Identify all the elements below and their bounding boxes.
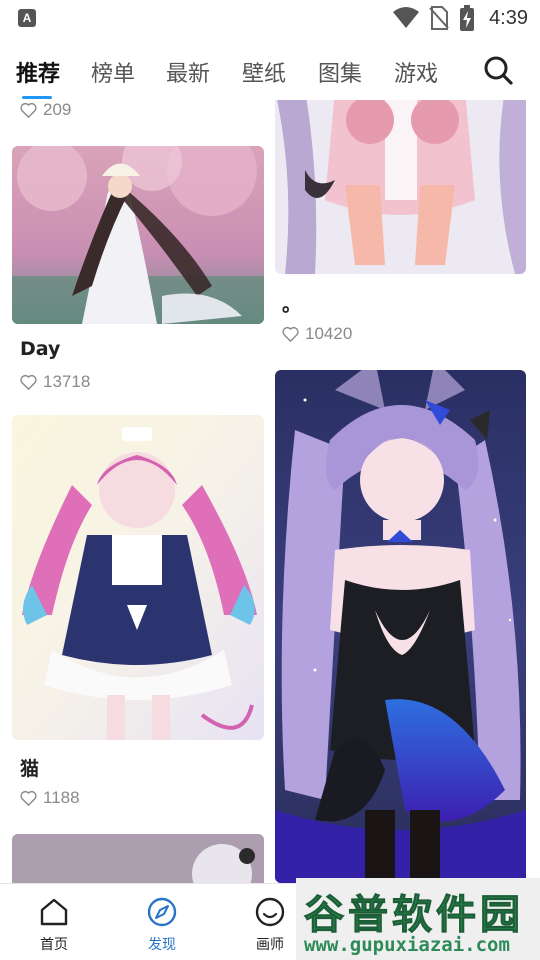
search-icon[interactable] (482, 54, 514, 86)
tab-recommend[interactable]: 推荐 (16, 56, 60, 88)
tab-latest[interactable]: 最新 (166, 56, 210, 88)
nav-label: 发现 (148, 937, 176, 953)
artwork-title: 猫 (20, 758, 40, 780)
heart-icon (20, 790, 37, 806)
battery-charging-icon (460, 5, 475, 31)
like-count-value: 209 (43, 100, 72, 119)
smiley-icon (255, 897, 285, 927)
like-count-value: 10420 (305, 324, 353, 343)
like-count[interactable]: 10420 (282, 324, 352, 344)
heart-icon (20, 374, 37, 390)
category-tabs: 推荐 榜单 最新 壁纸 图集 游戏 (0, 44, 540, 100)
heart-icon (282, 326, 299, 342)
status-bar: A 4:39 (0, 0, 540, 36)
active-tab-indicator (22, 96, 52, 99)
like-count-value: 13718 (43, 372, 91, 391)
app-notification-icon: A (18, 9, 36, 27)
wifi-icon (393, 7, 420, 28)
compass-icon (147, 897, 177, 927)
nav-home[interactable]: 首页 (14, 896, 94, 954)
tab-games[interactable]: 游戏 (394, 56, 438, 88)
clock: 4:39 (489, 6, 528, 29)
artwork-thumbnail[interactable] (275, 370, 526, 883)
artwork-thumbnail[interactable] (12, 415, 264, 740)
status-icons: 4:39 (393, 4, 528, 32)
artwork-feed: 209 Day 13718 猫 1188 。 10420 (0, 100, 540, 883)
artwork-thumbnail[interactable] (12, 146, 264, 324)
like-count[interactable]: 209 (20, 100, 71, 120)
watermark-url: www.gupuxiazai.com (304, 934, 510, 956)
like-count-value: 1188 (43, 788, 80, 807)
no-sim-icon (429, 6, 449, 30)
artwork-title: Day (20, 338, 61, 360)
nav-discover[interactable]: 发现 (122, 896, 202, 954)
like-count[interactable]: 1188 (20, 788, 80, 808)
nav-label: 首页 (40, 937, 68, 953)
artwork-title: 。 (282, 294, 302, 316)
home-icon (40, 898, 68, 926)
tab-gallery[interactable]: 图集 (318, 56, 362, 88)
watermark: 谷普软件园 www.gupuxiazai.com (296, 878, 540, 960)
artwork-thumbnail[interactable] (12, 834, 264, 883)
tab-wallpaper[interactable]: 壁纸 (242, 56, 286, 88)
watermark-logo: 谷普软件园 (304, 892, 524, 939)
artwork-thumbnail[interactable] (275, 100, 526, 274)
tab-ranking[interactable]: 榜单 (91, 56, 135, 88)
like-count[interactable]: 13718 (20, 372, 90, 392)
heart-icon (20, 102, 37, 118)
